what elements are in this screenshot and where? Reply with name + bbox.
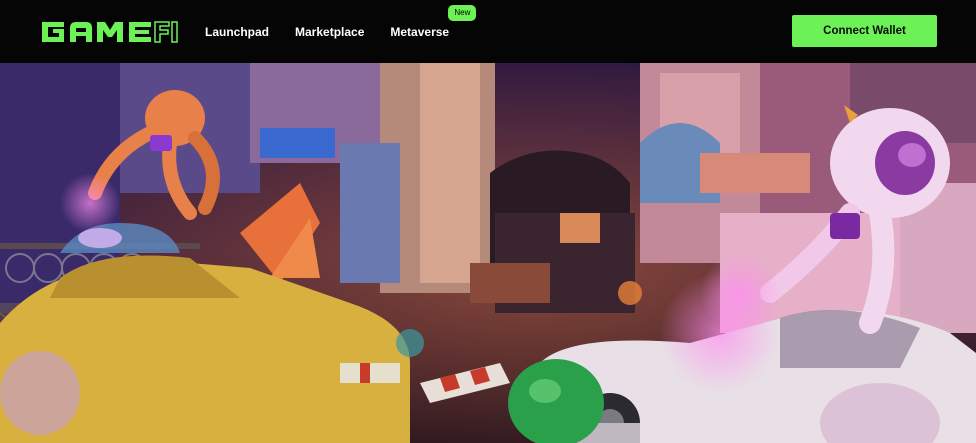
new-badge: New [448,4,477,21]
nav-marketplace[interactable]: Marketplace [295,25,364,39]
main-menu: Launchpad Marketplace Metaverse New [205,0,477,63]
nav-metaverse-label: Metaverse [390,24,450,39]
top-navbar: Launchpad Marketplace Metaverse New Conn… [0,0,976,63]
gamefi-logo[interactable] [40,18,182,44]
hero-banner [0,63,976,443]
gamefi-logo-icon [42,21,178,43]
nav-launchpad[interactable]: Launchpad [205,25,269,39]
hero-scene-image [0,63,976,443]
nav-metaverse[interactable]: Metaverse New [390,4,477,39]
connect-wallet-button[interactable]: Connect Wallet [792,15,937,47]
